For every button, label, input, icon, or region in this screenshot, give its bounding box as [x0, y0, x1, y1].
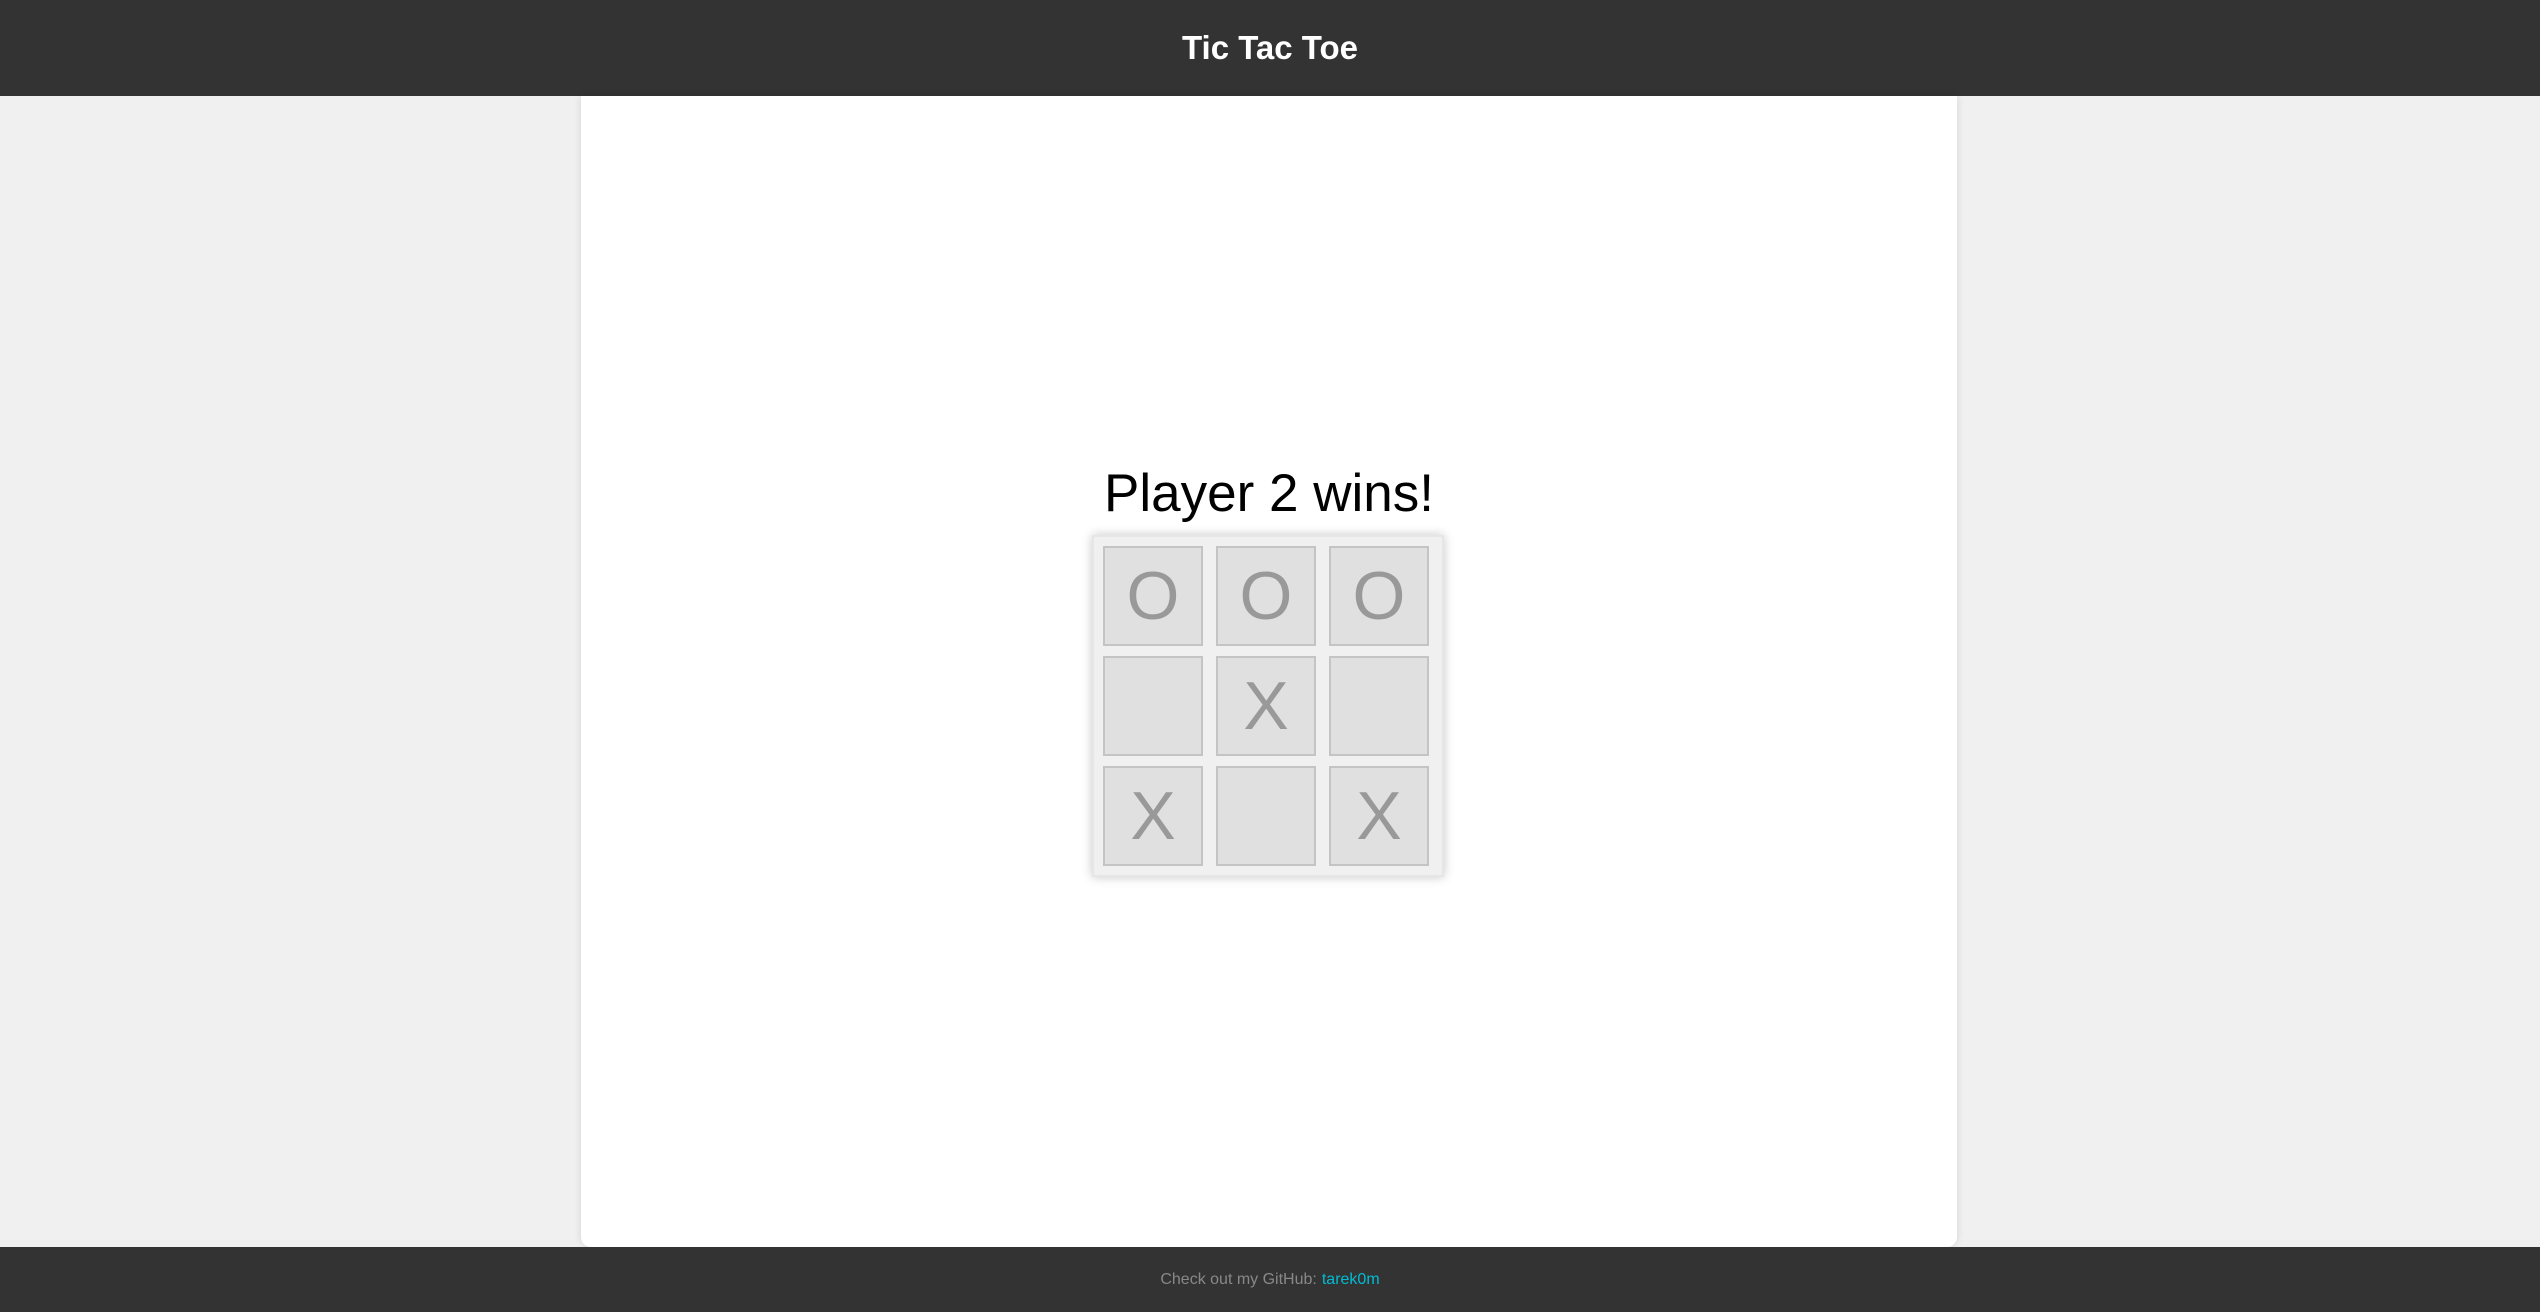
board-cell-1-2[interactable] — [1329, 656, 1429, 756]
board-cell-1-0[interactable] — [1103, 656, 1203, 756]
board-cell-0-2[interactable]: O — [1329, 546, 1429, 646]
board-cell-2-1[interactable] — [1216, 766, 1316, 866]
game-board: O O O X X X — [1092, 535, 1444, 877]
game-container: Player 2 wins! O O O X X X — [581, 96, 1957, 1247]
game-status: Player 2 wins! — [1104, 464, 1434, 523]
board-cell-0-0[interactable]: O — [1103, 546, 1203, 646]
board-cell-1-1[interactable]: X — [1216, 656, 1316, 756]
app-footer: Check out my GitHub: tarek0m — [0, 1247, 2540, 1312]
board-cell-2-0[interactable]: X — [1103, 766, 1203, 866]
board-cell-0-1[interactable]: O — [1216, 546, 1316, 646]
github-link[interactable]: tarek0m — [1322, 1271, 1380, 1289]
footer-text: Check out my GitHub: — [1160, 1270, 1317, 1288]
page-title: Tic Tac Toe — [1181, 29, 1359, 66]
board-cell-2-2[interactable]: X — [1329, 766, 1429, 866]
app-header: Tic Tac Toe — [0, 0, 2540, 96]
